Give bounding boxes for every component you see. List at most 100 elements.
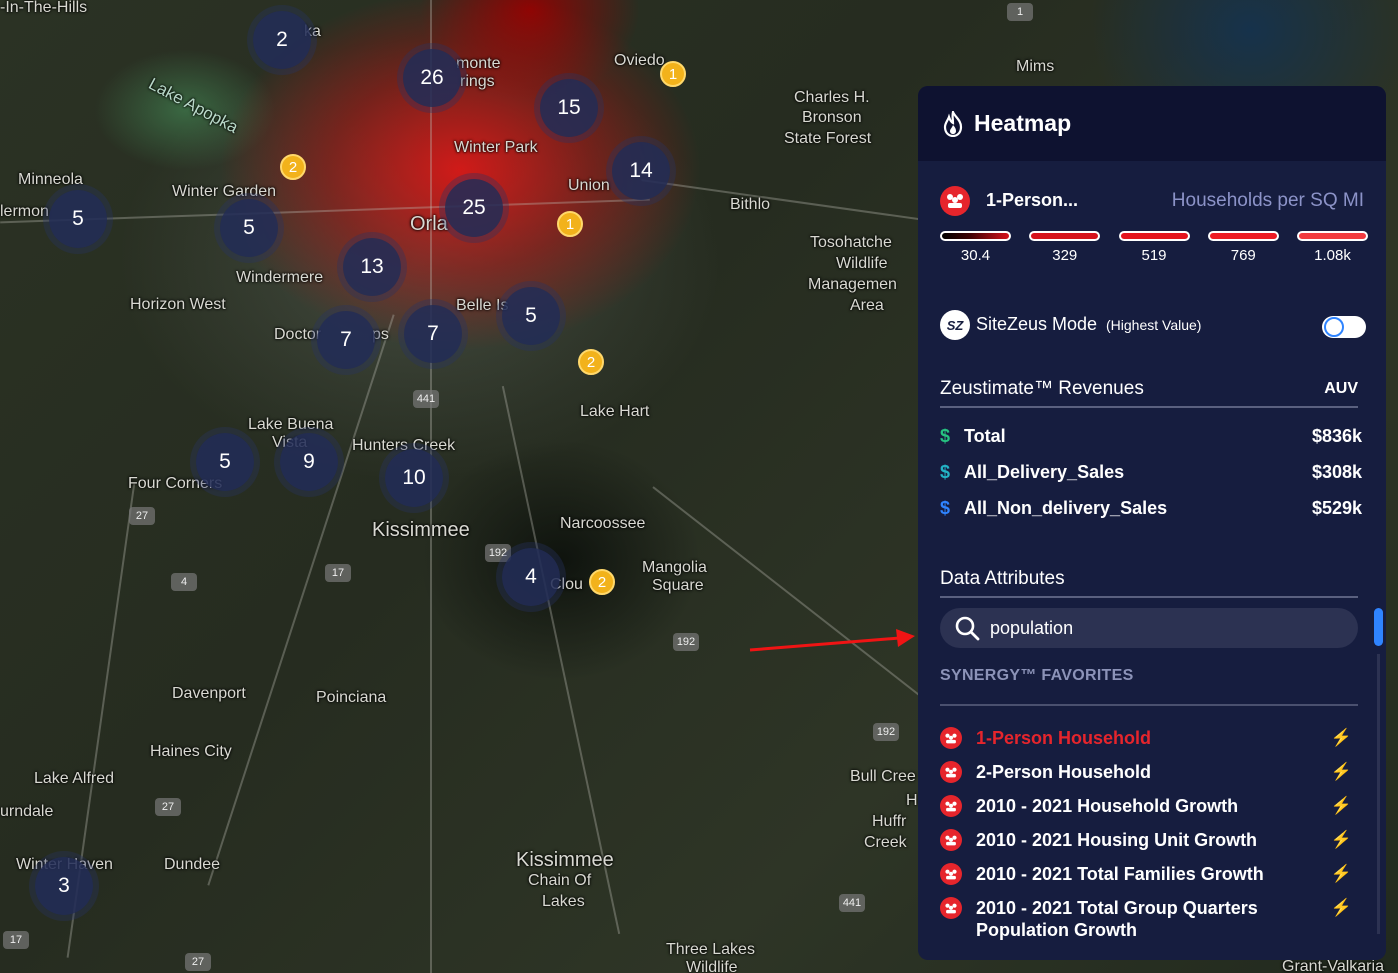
location-pin[interactable]: 2 (578, 349, 604, 375)
place-label: Charles H. (794, 89, 870, 106)
place-label: Kissimmee (516, 849, 614, 871)
favorite-item[interactable]: 2010 - 2021 Housing Unit Growth ⚡ (940, 829, 1352, 851)
place-label: Winter Garden (172, 183, 277, 200)
favorite-label-line1: 2010 - 2021 Total Group Quarters (976, 898, 1258, 918)
place-label: urndale (0, 803, 54, 820)
place-label: Narcoossee (560, 515, 646, 532)
search-input[interactable]: population (990, 618, 1073, 639)
favorite-label-line1: 2010 - 2021 Total Families Growth (976, 864, 1264, 884)
scrollbar-thumb[interactable] (1374, 608, 1383, 646)
highway-shield: 441 (839, 894, 865, 912)
place-label: Tosohatche (810, 234, 892, 251)
revenue-value: $836k (1311, 426, 1362, 446)
favorite-item[interactable]: 1-Person Household ⚡ (940, 727, 1352, 749)
favorites-header: SYNERGY™ FAVORITES (940, 664, 1358, 706)
place-label: Chain Of (528, 872, 592, 889)
selected-attribute-row[interactable]: 1-Person... Households per SQ MI (940, 186, 1364, 216)
favorite-label-line1: 2010 - 2021 Housing Unit Growth (976, 830, 1258, 850)
location-cluster[interactable]: 5 (502, 287, 560, 345)
legend-bin: 30.4 (940, 231, 1011, 264)
place-label: Dundee (164, 856, 221, 873)
place-label: Three Lakes (666, 941, 755, 958)
place-label: Square (652, 577, 704, 594)
favorite-item[interactable]: 2010 - 2021 Total Families Growth ⚡ (940, 863, 1352, 885)
location-cluster[interactable]: 15 (540, 79, 598, 137)
location-cluster[interactable]: 2 (253, 11, 311, 69)
lightning-bolt-icon[interactable]: ⚡ (1331, 727, 1352, 749)
legend-label: 519 (1141, 247, 1167, 264)
location-cluster[interactable]: 7 (317, 311, 375, 369)
scrollbar-track[interactable] (1377, 654, 1380, 934)
lightning-bolt-icon[interactable]: ⚡ (1331, 795, 1352, 817)
household-icon (940, 795, 962, 817)
favorite-label: 2010 - 2021 Household Growth (976, 795, 1331, 817)
place-label: Belle Is (456, 297, 509, 314)
lightning-bolt-icon[interactable]: ⚡ (1331, 863, 1352, 885)
location-cluster[interactable]: 25 (445, 179, 503, 237)
location-cluster[interactable]: 26 (403, 49, 461, 107)
revenues-header: Zeustimate™ Revenues AUV (940, 378, 1358, 408)
legend-label: 769 (1230, 247, 1256, 264)
place-label: Mims (1016, 58, 1055, 75)
lightning-bolt-icon[interactable]: ⚡ (1331, 761, 1352, 783)
place-label: Orla (410, 213, 448, 235)
legend-bin: 1.08k (1297, 231, 1368, 264)
sitezeus-mode-row: SZ SiteZeus Mode (Highest Value) (940, 310, 1364, 340)
legend-swatch (1297, 231, 1368, 241)
place-label: Wildlife (836, 255, 888, 272)
location-cluster[interactable]: 14 (612, 142, 670, 200)
place-label: monte (456, 55, 501, 72)
place-label: Kissimmee (372, 519, 470, 541)
location-cluster[interactable]: 5 (196, 433, 254, 491)
highway-shield: 4 (171, 573, 197, 591)
favorite-label-line1: 1-Person Household (976, 728, 1152, 748)
attribute-search[interactable]: population (940, 608, 1358, 648)
place-label: lermon (0, 203, 49, 220)
selected-attribute-name: 1-Person... (986, 190, 1079, 210)
location-pin[interactable]: 1 (557, 211, 583, 237)
place-label: Lake Buena (248, 416, 334, 433)
place-label: Bull Cree (850, 768, 916, 785)
sitezeus-mode-toggle[interactable] (1322, 316, 1366, 338)
revenue-label: All_Delivery_Sales (964, 462, 1125, 482)
legend-bin: 519 (1118, 231, 1190, 264)
data-attributes-title: Data Attributes (940, 568, 1065, 589)
location-cluster[interactable]: 9 (280, 433, 338, 491)
favorite-item[interactable]: 2010 - 2021 Household Growth ⚡ (940, 795, 1352, 817)
favorite-item[interactable]: 2-Person Household ⚡ (940, 761, 1352, 783)
favorite-label: 2-Person Household (976, 761, 1331, 783)
place-label: Bithlo (730, 196, 771, 213)
location-pin[interactable]: 1 (660, 61, 686, 87)
favorite-label-line1: 2-Person Household (976, 762, 1152, 782)
revenue-row: $ Total $836k (940, 426, 1362, 447)
search-icon (955, 616, 980, 641)
place-label: Horizon West (130, 296, 226, 313)
highway-shield: 27 (155, 798, 181, 816)
location-cluster[interactable]: 4 (502, 548, 560, 606)
favorite-item[interactable]: 2010 - 2021 Total Group Quarters Populati… (940, 897, 1352, 941)
household-icon (940, 863, 962, 885)
place-label: Area (850, 297, 884, 314)
place-label: Winter Park (454, 139, 538, 156)
attribute-unit: Households per SQ MI (1171, 190, 1364, 211)
location-cluster[interactable]: 7 (404, 305, 462, 363)
location-cluster[interactable]: 5 (49, 190, 107, 248)
location-cluster[interactable]: 3 (35, 857, 93, 915)
revenues-unit: AUV (1324, 380, 1358, 397)
lightning-bolt-icon[interactable]: ⚡ (1331, 829, 1352, 851)
location-pin[interactable]: 2 (280, 154, 306, 180)
heatmap-legend: 30.4 329 519 769 1.08k (940, 231, 1368, 264)
lightning-bolt-icon[interactable]: ⚡ (1331, 897, 1352, 919)
location-pin[interactable]: 2 (589, 569, 615, 595)
dollar-icon: $ (940, 426, 951, 446)
legend-label: 329 (1052, 247, 1078, 264)
place-label: Creek (864, 834, 907, 851)
sitezeus-mode-sub: (Highest Value) (1106, 317, 1202, 333)
household-icon (940, 727, 962, 749)
revenue-row: $ All_Non_delivery_Sales $529k (940, 498, 1362, 519)
revenues-title: Zeustimate™ Revenues (940, 378, 1144, 399)
location-cluster[interactable]: 5 (220, 199, 278, 257)
highway-shield: 17 (325, 564, 351, 582)
location-cluster[interactable]: 13 (343, 238, 401, 296)
location-cluster[interactable]: 10 (385, 449, 443, 507)
